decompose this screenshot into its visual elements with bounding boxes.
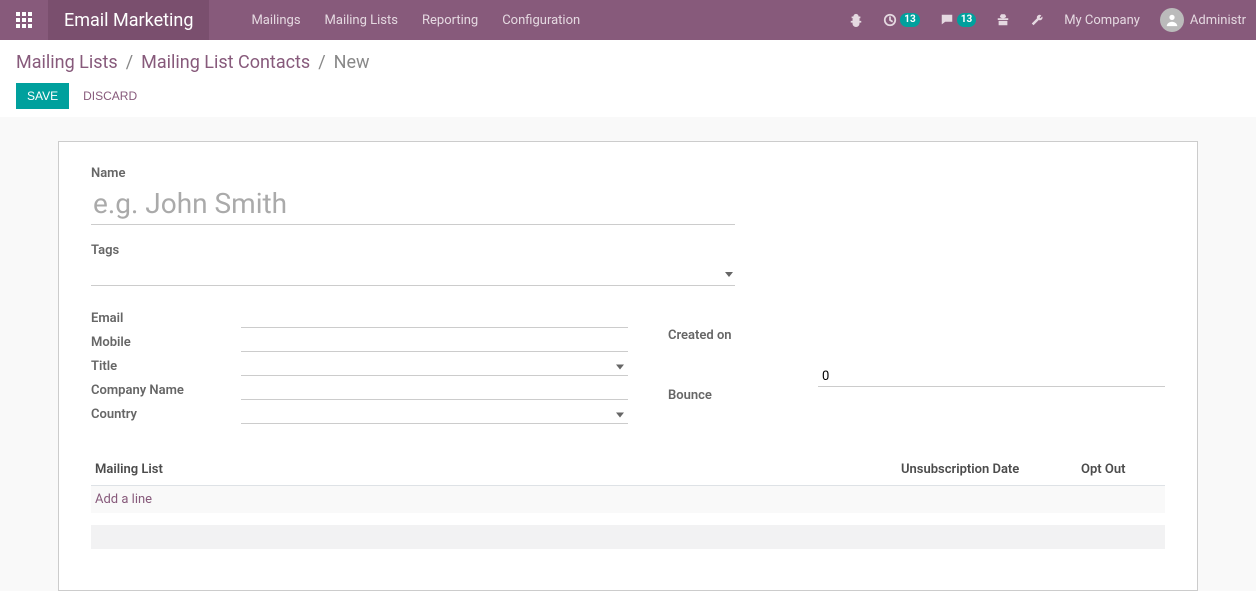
discard-button[interactable]: DISCARD [73,83,147,109]
avatar-icon [1160,8,1184,32]
main-navbar: Email Marketing Mailings Mailing Lists R… [0,0,1256,40]
breadcrumb-mid[interactable]: Mailing List Contacts [141,52,310,73]
list-footer [91,525,1165,549]
activities-button[interactable]: 13 [873,0,929,40]
title-area: Name [91,166,735,225]
tags-field[interactable] [91,264,735,286]
name-label: Name [91,166,735,181]
user-name: Administr [1190,13,1246,28]
field-groups: Email Mobile Title Company Name [91,306,1165,426]
chevron-down-icon [725,266,733,281]
apps-icon [16,12,32,28]
menu-mailing-lists[interactable]: Mailing Lists [313,0,410,40]
chat-icon [940,13,954,27]
breadcrumb-sep: / [118,52,141,73]
control-panel: Mailing Lists / Mailing List Contacts / … [0,40,1256,117]
add-line-link[interactable]: Add a line [95,492,1161,507]
company-label: Company Name [91,378,241,402]
email-label: Email [91,306,241,330]
mobile-label: Mobile [91,330,241,354]
left-group: Email Mobile Title Company Name [91,306,628,426]
title-field[interactable] [241,356,628,376]
systray: 13 13 My Company Administr [839,0,1256,40]
email-field[interactable] [241,308,628,328]
bug-icon [849,13,863,27]
dev-tools-button[interactable] [1020,0,1054,40]
activities-badge: 13 [900,13,919,27]
company-switcher[interactable]: My Company [1054,0,1150,40]
title-label: Title [91,354,241,378]
top-menu: Mailings Mailing Lists Reporting Configu… [239,0,592,40]
list-header: Mailing List Unsubscription Date Opt Out [91,454,1165,486]
menu-mailings[interactable]: Mailings [239,0,312,40]
col-mailing-list[interactable]: Mailing List [95,462,901,477]
tags-label: Tags [91,243,735,258]
messages-badge: 13 [957,13,976,27]
bounce-label: Bounce [668,365,818,426]
country-label: Country [91,402,241,426]
debug-button[interactable] [839,0,873,40]
right-group: Created on Bounce [628,306,1165,426]
breadcrumb: Mailing Lists / Mailing List Contacts / … [16,52,1240,73]
apps-menu-button[interactable] [0,0,48,40]
name-field[interactable] [91,183,735,225]
breadcrumb-current: New [334,52,370,73]
created-label: Created on [668,306,818,365]
gift-icon [996,13,1010,27]
company-field[interactable] [241,380,628,400]
col-unsub-date[interactable]: Unsubscription Date [901,462,1081,477]
col-opt-out[interactable]: Opt Out [1081,462,1161,477]
menu-configuration[interactable]: Configuration [490,0,592,40]
control-buttons: SAVE DISCARD [16,83,1240,109]
user-menu[interactable]: Administr [1150,0,1256,40]
bounce-field[interactable] [818,367,1165,387]
list-body: Add a line [91,486,1165,513]
gift-button[interactable] [986,0,1020,40]
save-button[interactable]: SAVE [16,83,69,109]
tags-area: Tags [91,243,735,286]
clock-icon [883,13,897,27]
subscription-list: Mailing List Unsubscription Date Opt Out… [91,454,1165,549]
form-sheet: Name Tags Email Mobile Title [58,141,1198,591]
country-field[interactable] [241,404,628,424]
wrench-icon [1030,13,1044,27]
mobile-field[interactable] [241,332,628,352]
messages-button[interactable]: 13 [930,0,986,40]
list-row: Add a line [91,486,1165,513]
breadcrumb-sep: / [310,52,333,73]
form-sheet-bg: Name Tags Email Mobile Title [0,117,1256,591]
menu-reporting[interactable]: Reporting [410,0,490,40]
breadcrumb-root[interactable]: Mailing Lists [16,52,118,73]
app-brand[interactable]: Email Marketing [48,0,209,40]
